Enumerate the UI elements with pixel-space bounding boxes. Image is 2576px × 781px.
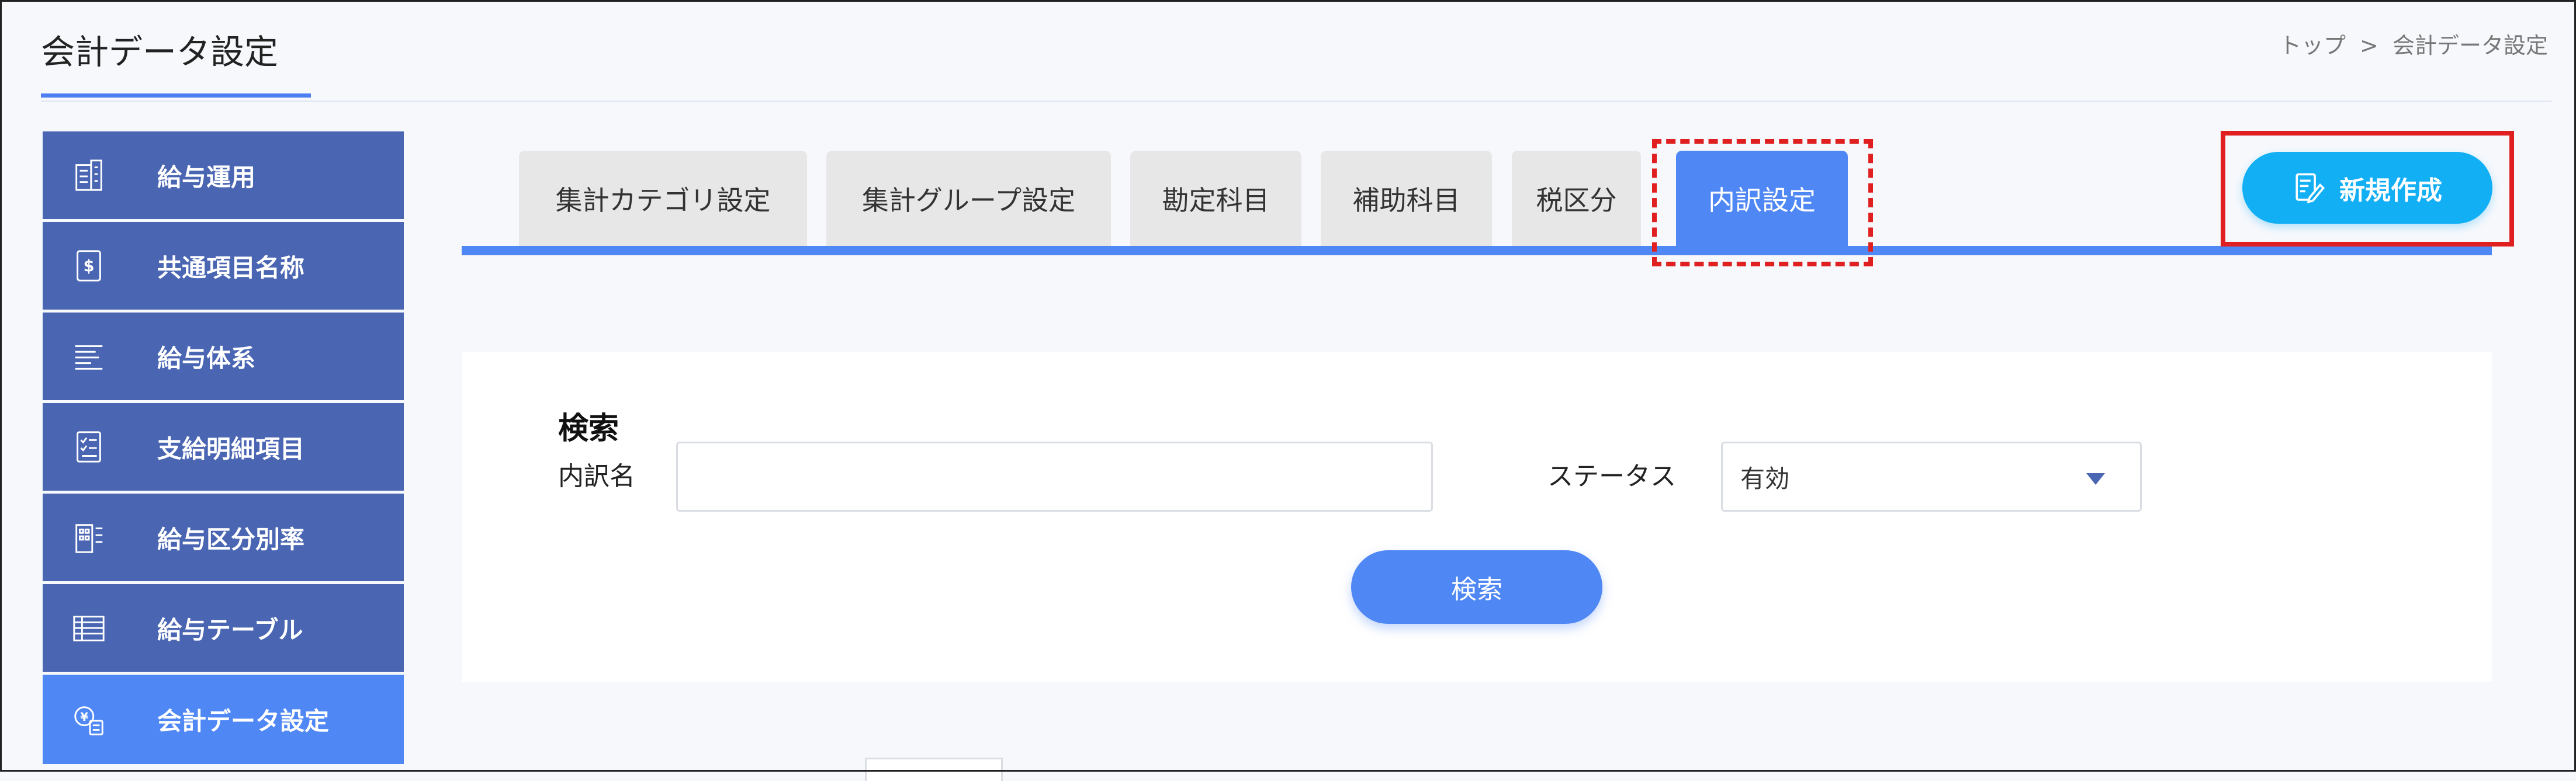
table-icon	[73, 616, 105, 641]
sidebar-item-common-names[interactable]: $ 共通項目名称	[43, 222, 404, 310]
building-icon	[75, 159, 102, 191]
breadcrumb-top-link[interactable]: トップ	[2279, 33, 2346, 58]
header-divider	[41, 100, 2551, 102]
search-button[interactable]: 検索	[1351, 550, 1602, 624]
tab-aggregate-group[interactable]: 集計グループ設定	[826, 151, 1111, 247]
search-heading: 検索	[558, 411, 619, 446]
status-select[interactable]: 有効	[1721, 442, 2142, 512]
breadcrumb: トップ > 会計データ設定	[2276, 27, 2551, 60]
breadcrumb-current: 会計データ設定	[2392, 33, 2548, 58]
dropdown-arrow-icon	[2086, 473, 2105, 485]
sidebar-item-label: 給与体系	[157, 343, 256, 373]
sidebar-item-label: 共通項目名称	[157, 253, 305, 282]
highlight-active-tab	[1652, 139, 1873, 266]
sidebar-item-salary-table[interactable]: 給与テーブル	[43, 584, 404, 672]
sidebar-item-pay-structure[interactable]: 給与体系	[43, 313, 404, 400]
page-size-select[interactable]	[865, 758, 1003, 781]
search-panel: 検索 内訳名 ステータス 有効 検索	[462, 352, 2492, 682]
sidebar-item-label: 給与区分別率	[157, 525, 305, 554]
svg-text:$: $	[84, 258, 95, 276]
status-label: ステータス	[1547, 461, 1676, 491]
rate-building-icon	[75, 524, 103, 553]
svg-text:¥: ¥	[81, 710, 89, 723]
sidebar-item-accounting-data[interactable]: ¥ 会計データ設定	[43, 675, 404, 764]
sidebar-item-label: 会計データ設定	[157, 707, 330, 735]
status-selected-value: 有効	[1740, 464, 1790, 493]
tab-aggregate-category[interactable]: 集計カテゴリ設定	[519, 151, 807, 247]
sidebar-item-label: 給与運用	[157, 162, 256, 192]
checklist-icon	[77, 431, 101, 463]
breakdown-name-input[interactable]	[676, 442, 1433, 512]
sidebar-item-label: 給与テーブル	[157, 615, 303, 644]
tab-underline	[462, 246, 2492, 255]
page-title: 会計データ設定	[41, 32, 279, 72]
breadcrumb-separator: >	[2360, 33, 2378, 58]
sidebar-item-salary-operation[interactable]: 給与運用	[43, 131, 404, 219]
title-underline	[41, 93, 311, 98]
sidebar-item-rate-by-category[interactable]: 給与区分別率	[43, 494, 404, 581]
dollar-document-icon: $	[77, 250, 101, 282]
sidebar-item-payslip-items[interactable]: 支給明細項目	[43, 403, 404, 491]
tab-sub-account[interactable]: 補助科目	[1321, 151, 1492, 247]
tab-account-title[interactable]: 勘定科目	[1130, 151, 1301, 247]
tab-tax-category[interactable]: 税区分	[1512, 151, 1641, 247]
breakdown-name-label: 内訳名	[558, 461, 635, 491]
pay-structure-icon	[75, 345, 103, 370]
sidebar: 給与運用 $ 共通項目名称 給与体系 支給明細項目 給与区分別率 給与テーブル …	[43, 131, 404, 767]
accounting-data-icon: ¥	[74, 706, 103, 735]
highlight-new-button	[2221, 131, 2514, 247]
sidebar-item-label: 支給明細項目	[157, 434, 305, 463]
